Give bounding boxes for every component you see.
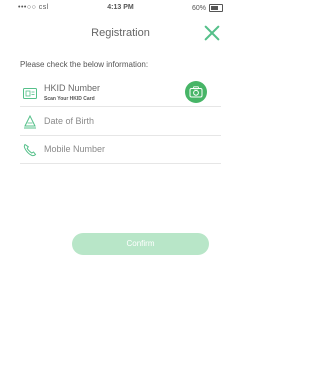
- nav-header: Registration: [12, 18, 229, 50]
- date-of-birth-label: Date of Birth: [44, 116, 95, 126]
- close-icon[interactable]: [203, 24, 221, 42]
- battery-percent: 60%: [191, 4, 206, 12]
- calendar-icon: [24, 114, 36, 129]
- mobile-number-field[interactable]: Mobile Number: [20, 137, 221, 164]
- battery-status: 60%: [192, 4, 223, 12]
- date-of-birth-field[interactable]: Date of Birth: [20, 109, 221, 136]
- instruction-text: Please check the below information:: [20, 60, 149, 69]
- camera-icon: [189, 86, 203, 98]
- scan-camera-button[interactable]: [185, 81, 207, 103]
- hkid-field[interactable]: HKID Number Scan Your HKID Card: [20, 80, 221, 107]
- phone-icon: [23, 143, 37, 157]
- status-bar: •••○○ csl 4:13 PM 60%: [12, 0, 229, 16]
- id-card-icon: [23, 88, 37, 99]
- mobile-number-label: Mobile Number: [44, 144, 106, 154]
- battery-icon: [209, 4, 223, 12]
- app-screen: •••○○ csl 4:13 PM 60% Registration Pleas…: [12, 0, 229, 377]
- confirm-button[interactable]: Confirm: [72, 233, 209, 255]
- hkid-label: HKID Number: [44, 83, 101, 93]
- page-title: Registration: [91, 27, 150, 39]
- hkid-sublabel: Scan Your HKID Card: [44, 96, 95, 102]
